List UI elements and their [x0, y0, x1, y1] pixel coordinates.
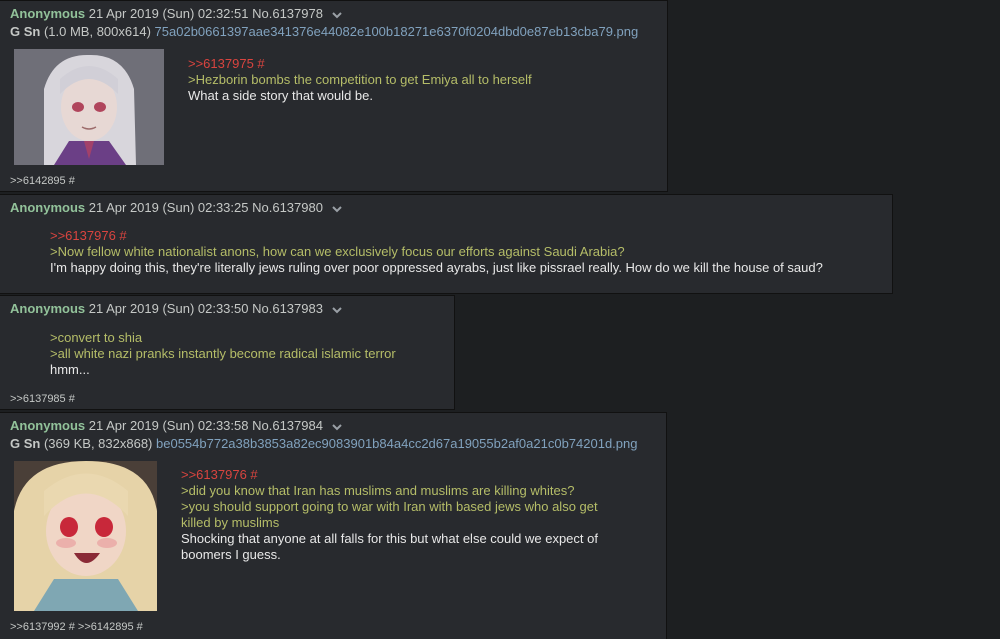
post-number[interactable]: No.6137980: [252, 200, 323, 215]
chevron-down-icon[interactable]: [330, 303, 344, 317]
file-info: (1.0 MB, 800x614): [43, 24, 151, 39]
post-6137980: Anonymous 21 Apr 2019 (Sun) 02:33:25 No.…: [0, 194, 893, 294]
post-header: Anonymous 21 Apr 2019 (Sun) 02:33:25 No.…: [10, 199, 344, 217]
greentext-line: >Hezborin bombs the competition to get E…: [188, 72, 532, 87]
file-info-line: G Sn (1.0 MB, 800x614) 75a02b0661397aae3…: [10, 23, 638, 41]
message-line: I'm happy doing this, they're literally …: [50, 260, 823, 275]
post-number[interactable]: No.6137984: [252, 418, 323, 433]
poster-name: Anonymous: [10, 418, 86, 433]
greentext-line: >convert to shia: [50, 330, 143, 345]
quote-link[interactable]: >>6137975 #: [188, 56, 532, 72]
post-thumbnail[interactable]: [14, 461, 157, 611]
message-line: What a side story that would be.: [188, 88, 373, 103]
post-message: >convert to shia >all white nazi pranks …: [50, 330, 396, 378]
poster-name: Anonymous: [10, 200, 86, 215]
greentext-line: >you should support going to war with Ir…: [181, 499, 598, 514]
file-search-links[interactable]: G Sn: [10, 436, 40, 451]
post-datetime: 21 Apr 2019 (Sun) 02:33:58: [88, 418, 249, 433]
post-6137983: Anonymous 21 Apr 2019 (Sun) 02:33:50 No.…: [0, 295, 455, 410]
post-message: >>6137975 # >Hezborin bombs the competit…: [188, 56, 532, 104]
file-name-link[interactable]: 75a02b0661397aae341376e44082e100b18271e6…: [155, 24, 639, 39]
poster-name: Anonymous: [10, 6, 86, 21]
backlinks[interactable]: >>6142895 #: [10, 175, 75, 187]
post-number[interactable]: No.6137983: [252, 301, 323, 316]
chevron-down-icon[interactable]: [330, 420, 344, 434]
message-line: Shocking that anyone at all falls for th…: [181, 531, 598, 546]
post-message: >>6137976 # >did you know that Iran has …: [181, 467, 598, 563]
file-info-line: G Sn (369 KB, 832x868) be0554b772a38b385…: [10, 435, 637, 453]
post-message: >>6137976 # >Now fellow white nationalis…: [50, 228, 823, 276]
post-datetime: 21 Apr 2019 (Sun) 02:33:50: [88, 301, 249, 316]
chevron-down-icon[interactable]: [330, 8, 344, 22]
chevron-down-icon[interactable]: [330, 202, 344, 216]
poster-name: Anonymous: [10, 301, 86, 316]
greentext-line: >all white nazi pranks instantly become …: [50, 346, 396, 361]
post-datetime: 21 Apr 2019 (Sun) 02:33:25: [88, 200, 249, 215]
greentext-line: killed by muslims: [181, 515, 280, 530]
backlinks[interactable]: >>6137992 # >>6142895 #: [10, 621, 143, 633]
message-line: boomers I guess.: [181, 547, 281, 562]
post-header: Anonymous 21 Apr 2019 (Sun) 02:32:51 No.…: [10, 5, 344, 23]
greentext-line: >did you know that Iran has muslims and …: [181, 483, 575, 498]
post-number[interactable]: No.6137978: [252, 6, 323, 21]
backlinks[interactable]: >>6137985 #: [10, 393, 75, 405]
post-datetime: 21 Apr 2019 (Sun) 02:32:51: [88, 6, 249, 21]
quote-link[interactable]: >>6137976 #: [181, 467, 598, 483]
message-line: hmm...: [50, 362, 90, 377]
post-thumbnail[interactable]: [14, 49, 164, 165]
post-header: Anonymous 21 Apr 2019 (Sun) 02:33:50 No.…: [10, 300, 344, 318]
post-6137978: Anonymous 21 Apr 2019 (Sun) 02:32:51 No.…: [0, 0, 668, 192]
file-name-link[interactable]: be0554b772a38b3853a82ec9083901b84a4cc2d6…: [156, 436, 637, 451]
file-info: (369 KB, 832x868): [43, 436, 153, 451]
quote-link[interactable]: >>6137976 #: [50, 228, 823, 244]
greentext-line: >Now fellow white nationalist anons, how…: [50, 244, 625, 259]
file-search-links[interactable]: G Sn: [10, 24, 40, 39]
post-6137984: Anonymous 21 Apr 2019 (Sun) 02:33:58 No.…: [0, 412, 667, 639]
post-header: Anonymous 21 Apr 2019 (Sun) 02:33:58 No.…: [10, 417, 344, 435]
